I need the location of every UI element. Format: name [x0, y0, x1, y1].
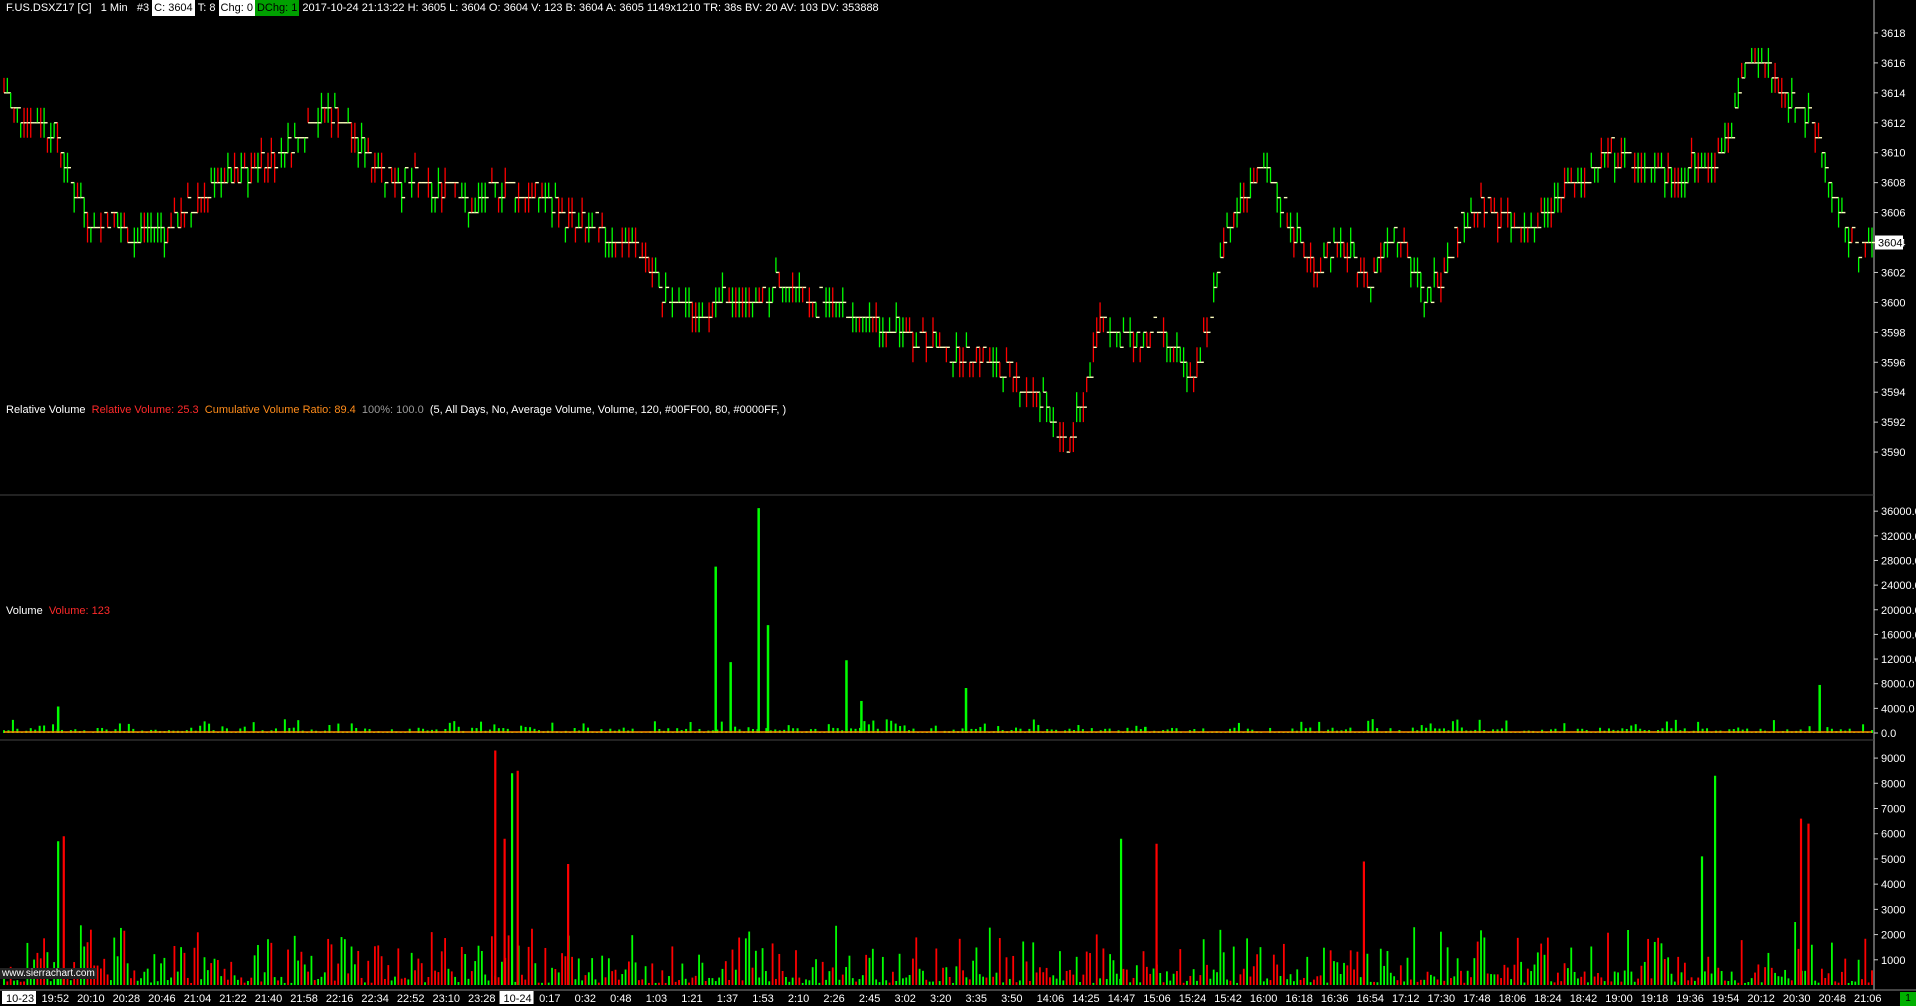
time-axis-label: 0:32	[575, 993, 596, 1005]
time-axis-label: 18:06	[1499, 993, 1527, 1005]
volume-axis-tick-label: 4000	[1881, 879, 1905, 891]
time-axis-label: 17:30	[1428, 993, 1456, 1005]
time-axis-label: 16:54	[1356, 993, 1384, 1005]
time-axis-label: 19:36	[1676, 993, 1704, 1005]
price-axis-tick-label: 3614	[1881, 88, 1905, 100]
relvol-axis-tick-label: 36000.0	[1881, 506, 1916, 518]
price-bars	[3, 47, 1876, 453]
corner-badge[interactable]: 1	[1900, 992, 1916, 1006]
price-axis-tick-label: 3610	[1881, 148, 1905, 160]
relvol-bars	[3, 508, 1873, 733]
time-axis-label: 21:06	[1854, 993, 1882, 1005]
relvol-axis-tick-label: 28000.0	[1881, 555, 1916, 567]
time-axis-label: 19:54	[1712, 993, 1740, 1005]
price-axis-tick-label: 3594	[1881, 387, 1905, 399]
last-price-label: 3604	[1878, 238, 1902, 250]
relvol-axis-tick-label: 24000.0	[1881, 580, 1916, 592]
watermark: www.sierrachart.com	[0, 968, 97, 979]
time-axis-label: 3:02	[894, 993, 915, 1005]
time-axis-label: 16:00	[1250, 993, 1278, 1005]
time-axis-label: 23:28	[468, 993, 496, 1005]
time-axis-label: 3:20	[930, 993, 951, 1005]
price-axis-tick-label: 3616	[1881, 58, 1905, 70]
time-axis-label: 22:34	[361, 993, 389, 1005]
chart-canvas[interactable]: 3618 3616 3614 3612 3610 3608 3606 3604 3602 3600…	[0, 0, 1916, 1006]
time-axis-label: 15:06	[1143, 993, 1171, 1005]
time-axis-label: 17:48	[1463, 993, 1491, 1005]
relvol-axis-tick-label: 4000.0	[1881, 703, 1915, 715]
volume-axis-tick-label: 3000	[1881, 904, 1905, 916]
time-axis-label: 15:24	[1179, 993, 1207, 1005]
time-axis-label: 16:18	[1285, 993, 1313, 1005]
time-axis-label: 1:21	[681, 993, 702, 1005]
time-axis-label: 14:47	[1108, 993, 1136, 1005]
time-axis-label: 20:12	[1747, 993, 1775, 1005]
volume-axis-tick-label: 2000	[1881, 930, 1905, 942]
time-axis-label: 20:10	[77, 993, 105, 1005]
time-axis-label: 2:45	[859, 993, 880, 1005]
time-axis-label: 2:10	[788, 993, 809, 1005]
time-axis-label: 22:52	[397, 993, 425, 1005]
volume-axis-tick-label: 8000	[1881, 778, 1905, 790]
time-axis-label: 22:16	[326, 993, 354, 1005]
relvol-axis-tick-label: 12000.0	[1881, 654, 1916, 666]
time-axis-label: 1:37	[717, 993, 738, 1005]
price-axis-tick-label: 3606	[1881, 208, 1905, 220]
time-axis-label: 19:00	[1605, 993, 1633, 1005]
time-axis-label: 0:48	[610, 993, 631, 1005]
relvol-axis-tick-label: 20000.0	[1881, 605, 1916, 617]
time-axis-label: 23:10	[432, 993, 460, 1005]
time-axis-label: 21:22	[219, 993, 247, 1005]
relvol-axis-tick-label: 16000.0	[1881, 629, 1916, 641]
time-axis-label: 2:26	[823, 993, 844, 1005]
time-axis-label: 1:03	[646, 993, 667, 1005]
volume-axis-tick-label: 6000	[1881, 829, 1905, 841]
time-axis-label: 20:30	[1783, 993, 1811, 1005]
price-axis-tick-label: 3618	[1881, 28, 1905, 40]
volume-bars	[3, 750, 1873, 985]
time-axis-label: 20:48	[1818, 993, 1846, 1005]
price-axis-tick-label: 3598	[1881, 327, 1905, 339]
time-axis-label: 14:25	[1072, 993, 1100, 1005]
time-axis-label: 20:28	[113, 993, 141, 1005]
volume-axis-tick-label: 5000	[1881, 854, 1905, 866]
time-axis-label: 18:24	[1534, 993, 1562, 1005]
time-axis-label: 16:36	[1321, 993, 1349, 1005]
relvol-axis-tick-label: 8000.0	[1881, 679, 1915, 691]
relvol-axis-tick-label: 32000.0	[1881, 531, 1916, 543]
price-axis-tick-label: 3592	[1881, 417, 1905, 429]
time-axis-label: 0:17	[539, 993, 560, 1005]
relvol-axis-tick-label: 0.0	[1881, 728, 1896, 740]
time-axis-label: 19:18	[1641, 993, 1669, 1005]
volume-axis-tick-label: 1000	[1881, 955, 1905, 967]
time-axis-label: 18:42	[1570, 993, 1598, 1005]
time-axis-label: 10-24	[504, 993, 532, 1005]
price-axis-tick-label: 3596	[1881, 357, 1905, 369]
time-axis-label: 20:46	[148, 993, 176, 1005]
time-axis-label: 19:52	[42, 993, 70, 1005]
price-axis-tick-label: 3600	[1881, 297, 1905, 309]
price-axis-tick-label: 3608	[1881, 178, 1905, 190]
time-axis-label: 21:40	[255, 993, 283, 1005]
time-axis-label: 1:53	[752, 993, 773, 1005]
time-axis-label: 10-23	[6, 993, 34, 1005]
time-axis-label: 21:04	[184, 993, 212, 1005]
time-axis-label: 15:42	[1214, 993, 1242, 1005]
chart-window: F.US.DSXZ17 [C] 1 Min #3 C: 3604 T: 8 Ch…	[0, 0, 1916, 1006]
price-axis-tick-label: 3590	[1881, 447, 1905, 459]
time-axis-label: 14:06	[1037, 993, 1065, 1005]
time-axis-label: 3:50	[1001, 993, 1022, 1005]
price-axis-tick-label: 3602	[1881, 267, 1905, 279]
time-axis-label: 3:35	[966, 993, 987, 1005]
price-axis-tick-label: 3612	[1881, 118, 1905, 130]
time-axis-label: 21:58	[290, 993, 318, 1005]
volume-axis-tick-label: 9000	[1881, 753, 1905, 765]
volume-axis-tick-label: 7000	[1881, 804, 1905, 816]
time-axis-label: 17:12	[1392, 993, 1420, 1005]
